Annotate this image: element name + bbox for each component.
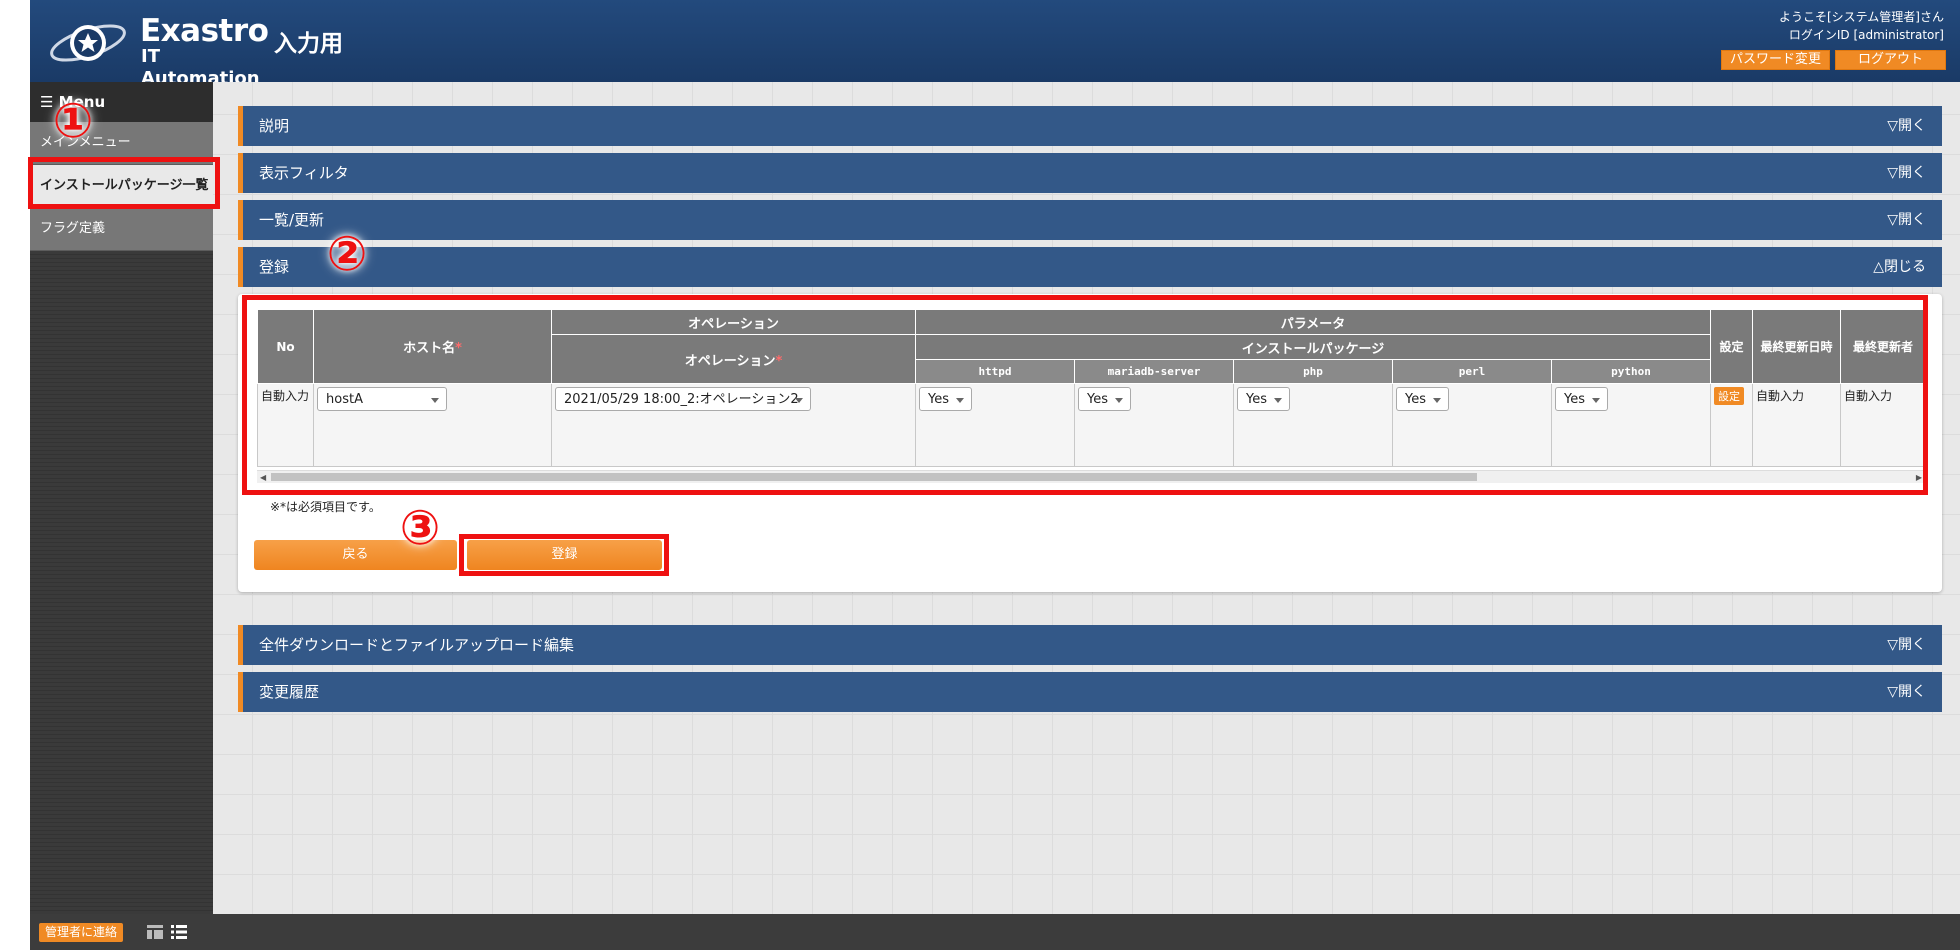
logo-emblem-icon (50, 24, 126, 62)
section-list-update-toggle[interactable]: ▽開く (1887, 200, 1926, 240)
section-filter-toggle[interactable]: ▽開く (1887, 153, 1926, 193)
section-history-label: 変更履歴 (259, 683, 320, 701)
section-download-upload-label: 全件ダウンロードとファイルアップロード編集 (259, 636, 575, 654)
app-header: Exastro IT Automation 入力用 ようこそ[システム管理者]さ… (30, 0, 1960, 89)
required-note: ※*は必須項目です。 (270, 500, 381, 514)
welcome-text: ようこそ[システム管理者]さん (1778, 10, 1944, 24)
exastro-logo[interactable]: Exastro IT Automation (48, 12, 269, 89)
section-register[interactable]: 登録 △閉じる (238, 247, 1942, 287)
section-history-toggle[interactable]: ▽開く (1887, 672, 1926, 712)
annotation-step-1: ① (52, 93, 94, 149)
section-description[interactable]: 説明 ▽開く (238, 106, 1942, 146)
annotation-box-table (242, 295, 1928, 495)
main-content: 説明 ▽開く 表示フィルタ ▽開く 一覧/更新 ▽開く 登録 △閉じる 全件ダウ… (213, 82, 1960, 914)
logo-text-main: Exastro (140, 13, 269, 49)
section-filter[interactable]: 表示フィルタ ▽開く (238, 153, 1942, 193)
section-register-label: 登録 (259, 258, 290, 276)
section-filter-label: 表示フィルタ (259, 164, 349, 182)
sidebar-background (30, 252, 213, 914)
annotation-step-2: ② (326, 226, 368, 282)
section-description-label: 説明 (259, 117, 290, 135)
header-buttons: パスワード変更 ログアウト (1720, 50, 1946, 70)
annotation-box-sidebar (28, 157, 220, 209)
annotation-box-register (459, 534, 669, 576)
page-title: 入力用 (274, 31, 343, 57)
section-register-toggle[interactable]: △閉じる (1873, 247, 1926, 287)
section-download-upload[interactable]: 全件ダウンロードとファイルアップロード編集 ▽開く (238, 625, 1942, 665)
logout-button[interactable]: ログアウト (1834, 50, 1946, 70)
contact-admin-button[interactable]: 管理者に連絡 (39, 923, 124, 942)
section-list-update[interactable]: 一覧/更新 ▽開く (238, 200, 1942, 240)
annotation-step-3: ③ (399, 500, 441, 556)
section-list-update-label: 一覧/更新 (259, 211, 325, 229)
list-view-icon[interactable] (170, 924, 188, 940)
footer: 管理者に連絡 (30, 914, 1960, 950)
layout-toggle-icon[interactable] (146, 924, 164, 940)
section-download-upload-toggle[interactable]: ▽開く (1887, 625, 1926, 665)
login-id-text: ログインID [administrator] (1788, 28, 1944, 42)
password-change-button[interactable]: パスワード変更 (1720, 50, 1830, 70)
user-info: ようこそ[システム管理者]さん ログインID [administrator] (1779, 8, 1944, 44)
section-description-toggle[interactable]: ▽開く (1887, 106, 1926, 146)
sidebar-item-flag-definition[interactable]: フラグ定義 (30, 208, 213, 251)
section-history[interactable]: 変更履歴 ▽開く (238, 672, 1942, 712)
